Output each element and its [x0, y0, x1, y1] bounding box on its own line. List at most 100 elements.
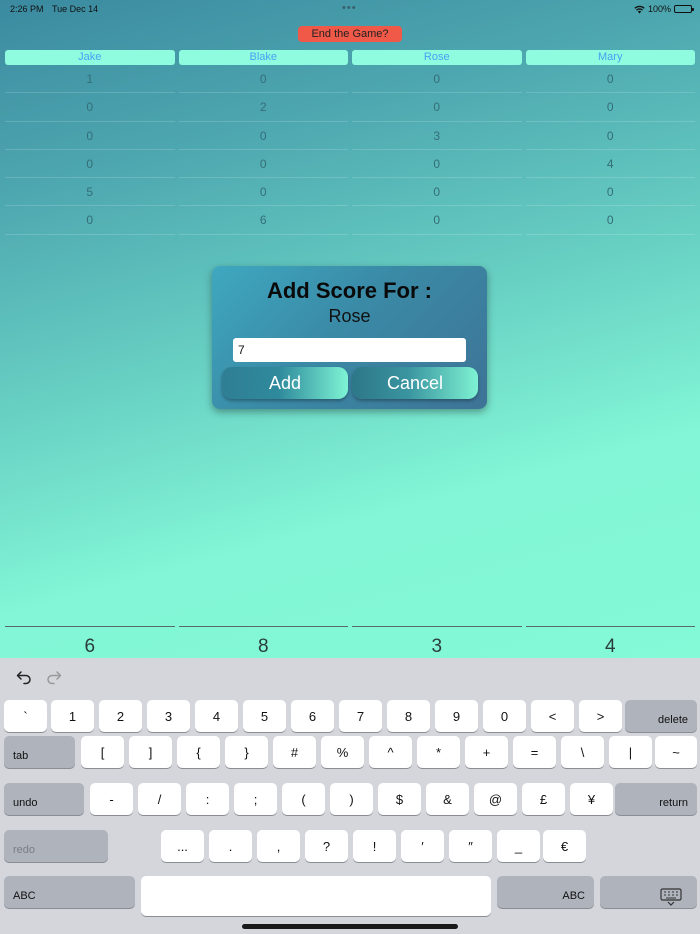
redo-icon[interactable] [46, 669, 62, 685]
double-prime-key[interactable]: ″ [449, 830, 492, 862]
right-brace-key[interactable]: } [225, 736, 268, 768]
dialog-player-name: Rose [328, 306, 371, 326]
pipe-key[interactable]: | [609, 736, 652, 768]
prime-key[interactable]: ′ [401, 830, 444, 862]
8-key[interactable]: 8 [387, 700, 430, 732]
euro-key[interactable]: € [543, 830, 586, 862]
1-key[interactable]: 1 [51, 700, 94, 732]
home-indicator [242, 924, 458, 929]
comma-key[interactable]: , [257, 830, 300, 862]
score-cell: 6 [178, 206, 348, 235]
9-key[interactable]: 9 [435, 700, 478, 732]
return-key[interactable]: return [615, 783, 697, 815]
score-cell: 5 [5, 178, 175, 207]
4-key[interactable]: 4 [195, 700, 238, 732]
6-key[interactable]: 6 [291, 700, 334, 732]
player-header-mary[interactable]: Mary [525, 50, 695, 65]
score-input[interactable] [233, 338, 466, 362]
plus-key[interactable]: + [465, 736, 508, 768]
score-cell: 0 [178, 65, 348, 94]
abc-key[interactable]: ABC [497, 876, 594, 908]
pound-key[interactable]: £ [522, 783, 565, 815]
slash-key[interactable]: / [138, 783, 181, 815]
right-bracket-key[interactable]: ] [129, 736, 172, 768]
score-cell: 0 [525, 206, 695, 235]
score-cell: 0 [525, 122, 695, 150]
minus-key[interactable]: - [90, 783, 133, 815]
undo-key[interactable]: undo [4, 783, 84, 815]
7-key[interactable]: 7 [339, 700, 382, 732]
score-cell: 0 [352, 65, 522, 94]
left-bracket-key[interactable]: [ [81, 736, 124, 768]
score-cell: 0 [525, 65, 695, 94]
player-header-jake[interactable]: Jake [5, 50, 175, 65]
0-key[interactable]: 0 [483, 700, 526, 732]
player-header-rose[interactable]: Rose [352, 50, 522, 65]
score-cell: 0 [5, 93, 175, 122]
add-button[interactable]: Add [222, 367, 348, 399]
abc-key[interactable]: ABC [4, 876, 135, 908]
dialog-title: Add Score For : [266, 278, 432, 303]
score-cell: 0 [178, 178, 348, 207]
left-paren-key[interactable]: ( [282, 783, 325, 815]
asterisk-key[interactable]: * [417, 736, 460, 768]
total-score: 6 [5, 626, 175, 658]
underscore-key[interactable]: _ [497, 830, 540, 862]
period-key[interactable]: . [209, 830, 252, 862]
tilde-key[interactable]: ~ [655, 736, 697, 768]
tab-key[interactable]: tab [4, 736, 75, 768]
hash-key[interactable]: # [273, 736, 316, 768]
score-cell: 0 [178, 122, 348, 150]
score-table: Jake Blake Rose Mary 1 0 0 0 0 2 0 0 0 0 3 0 0 0 0 4 5 0 0 0 0 6 0… [5, 50, 695, 235]
colon-key[interactable]: : [186, 783, 229, 815]
5-key[interactable]: 5 [243, 700, 286, 732]
total-score: 8 [178, 626, 348, 658]
ellipsis-key[interactable]: ... [161, 830, 204, 862]
score-cell: 0 [352, 93, 522, 122]
status-time: 2:26 PM [10, 4, 44, 14]
player-header-blake[interactable]: Blake [178, 50, 348, 65]
3-key[interactable]: 3 [147, 700, 190, 732]
equals-key[interactable]: = [513, 736, 556, 768]
keyboard-dismiss-icon [659, 888, 682, 906]
percent-key[interactable]: % [321, 736, 364, 768]
dollar-key[interactable]: $ [378, 783, 421, 815]
at-key[interactable]: @ [474, 783, 517, 815]
less-than-key[interactable]: < [531, 700, 574, 732]
backtick-key[interactable]: ` [4, 700, 47, 732]
score-cell: 0 [5, 150, 175, 179]
score-cell: 0 [5, 122, 175, 150]
score-cell: 0 [352, 150, 522, 179]
score-cell: 0 [5, 206, 175, 235]
end-game-button[interactable]: End the Game? [298, 26, 402, 42]
status-right: 100% [634, 4, 694, 14]
score-cell: 1 [5, 65, 175, 94]
delete-key[interactable]: delete [625, 700, 697, 732]
right-paren-key[interactable]: ) [330, 783, 373, 815]
keyboard-dismiss-key[interactable] [600, 876, 697, 908]
greater-than-key[interactable]: > [579, 700, 622, 732]
backslash-key[interactable]: \ [561, 736, 604, 768]
undo-icon[interactable] [16, 669, 32, 685]
left-brace-key[interactable]: { [177, 736, 220, 768]
space-key[interactable] [141, 876, 491, 916]
score-cell: 4 [525, 150, 695, 179]
yen-key[interactable]: ¥ [570, 783, 613, 815]
semicolon-key[interactable]: ; [234, 783, 277, 815]
multitasking-dots-icon[interactable]: ••• [342, 2, 357, 14]
battery-percent: 100% [647, 4, 671, 14]
2-key[interactable]: 2 [99, 700, 142, 732]
question-key[interactable]: ? [305, 830, 348, 862]
exclamation-key[interactable]: ! [353, 830, 396, 862]
cancel-button[interactable]: Cancel [352, 367, 478, 399]
status-bar: 2:26 PM Tue Dec 14 ••• 100% [0, 0, 700, 18]
total-score: 4 [525, 626, 695, 658]
caret-key[interactable]: ^ [369, 736, 412, 768]
add-score-dialog: Add Score For : Rose Add Cancel [212, 266, 487, 409]
score-cell: 0 [178, 150, 348, 179]
score-cell: 0 [525, 93, 695, 122]
score-cell: 0 [352, 206, 522, 235]
redo-key[interactable]: redo [4, 830, 108, 862]
score-cell: 2 [178, 93, 348, 122]
ampersand-key[interactable]: & [426, 783, 469, 815]
